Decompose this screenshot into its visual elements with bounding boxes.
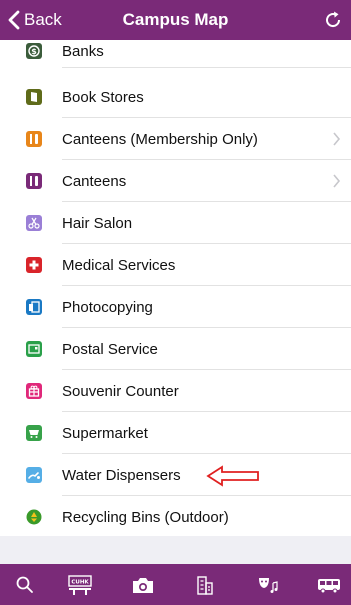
list-item-label: Book Stores [62,89,144,106]
list-item-label: Canteens [62,173,127,190]
svg-text:$: $ [31,47,37,56]
chevron-left-icon [8,10,20,30]
list-item-recycling-bins[interactable]: Recycling Bins (Outdoor) [0,496,351,538]
list-item-label: Medical Services [62,257,176,274]
list-item-label: Hair Salon [62,215,133,232]
cuhk-sign-text: CUHK [71,580,89,586]
recycling-icon [26,509,42,525]
list-item-label: Water Dispensers [62,467,181,484]
list-item-hair-salon[interactable]: Hair Salon [0,202,351,244]
refresh-icon[interactable] [323,10,343,30]
camera-icon [133,578,153,593]
list-item-label: Canteens (Membership Only) [62,131,258,148]
hair-salon-icon [26,215,42,231]
list-item-supermarket[interactable]: Supermarket [0,412,351,454]
tab-bar: CUHK [0,564,351,605]
list-item-canteens[interactable]: Canteens [0,160,351,202]
list-item-water-dispensers[interactable]: Water Dispensers [0,454,351,496]
chevron-right-icon [333,132,341,146]
cuhk-sign-icon: CUHK [68,575,92,595]
souvenir-icon [26,383,42,399]
book-store-icon [26,89,42,105]
list-item-medical-services[interactable]: Medical Services [0,244,351,286]
navigation-bar: Back Campus Map [0,0,351,40]
tab-search[interactable] [12,572,38,598]
list-item-banks[interactable]: $ Banks [0,35,351,68]
back-button[interactable]: Back [8,0,62,40]
water-dispenser-icon [26,467,42,483]
list-item-label: Postal Service [62,341,158,358]
postal-icon [26,341,42,357]
masks-music-icon [259,578,278,593]
photocopy-icon [26,299,42,315]
canteen-member-icon [26,131,42,147]
list-item-photocopying[interactable]: Photocopying [0,286,351,328]
list-item-souvenir-counter[interactable]: Souvenir Counter [0,370,351,412]
building-icon [197,576,213,595]
tab-bus[interactable] [316,572,342,598]
tab-cuhk[interactable]: CUHK [67,572,93,598]
list-item-postal-service[interactable]: Postal Service [0,328,351,370]
list-item-label: Photocopying [62,299,153,316]
annotation-arrow-icon [206,465,259,487]
supermarket-cart-icon [26,425,42,441]
row-divider [62,67,351,68]
list-footer-spacer [0,536,351,564]
medical-cross-icon [26,257,42,273]
list-item-label: Banks [62,43,104,60]
list-item-label: Supermarket [62,425,148,442]
list-item-book-stores[interactable]: Book Stores [0,76,351,118]
list-item-label: Souvenir Counter [62,383,179,400]
tab-camera[interactable] [130,572,156,598]
search-icon [16,576,33,593]
list-item-canteens-membership[interactable]: Canteens (Membership Only) [0,118,351,160]
tab-buildings[interactable] [192,572,218,598]
bank-icon: $ [26,43,42,59]
canteen-icon [26,173,42,189]
tab-events[interactable] [255,572,281,598]
list-item-label: Recycling Bins (Outdoor) [62,509,229,526]
back-label: Back [24,10,62,29]
chevron-right-icon [333,174,341,188]
bus-icon [318,579,340,594]
